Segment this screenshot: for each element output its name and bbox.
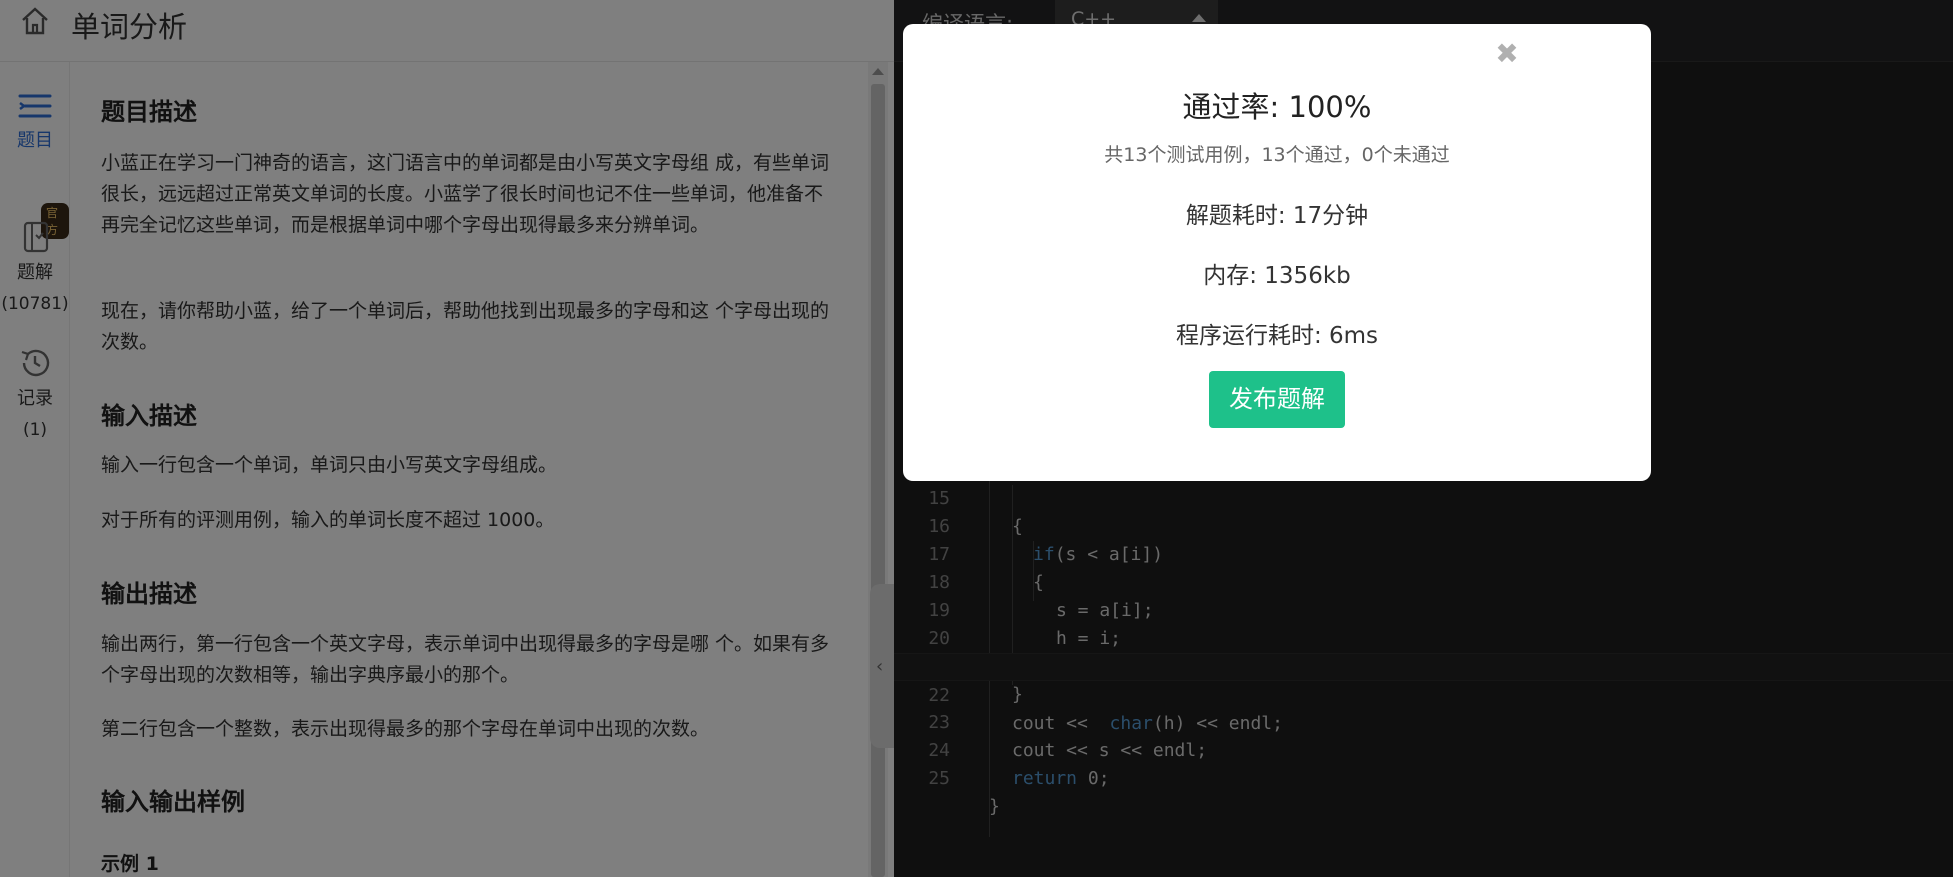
close-icon[interactable]: ✖ [1491, 38, 1523, 70]
memory-usage: 内存: 1356kb [1203, 263, 1351, 289]
solve-time: 解题耗时: 17分钟 [1185, 203, 1369, 229]
publish-solution-button[interactable]: 发布题解 [1209, 371, 1345, 428]
pass-rate: 通过率: 100% [1182, 90, 1372, 124]
result-dialog: ✖ 通过率: 100% 共13个测试用例，13个通过，0个未通过 解题耗时: 1… [903, 24, 1651, 481]
runtime: 程序运行耗时: 6ms [1175, 323, 1379, 349]
test-case-summary: 共13个测试用例，13个通过，0个未通过 [1104, 144, 1450, 166]
